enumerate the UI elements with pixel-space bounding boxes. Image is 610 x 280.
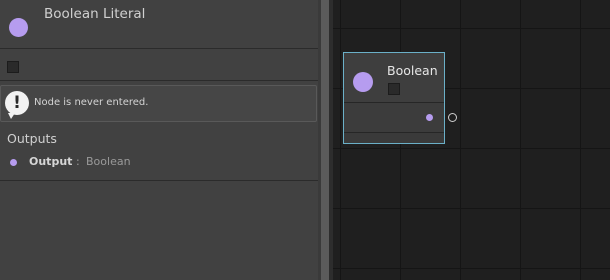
output-port-icon[interactable] xyxy=(426,114,433,121)
node-divider xyxy=(344,102,444,103)
node-header[interactable]: Boolean xyxy=(344,53,444,102)
outputs-heading: Outputs xyxy=(7,131,57,146)
node-type-color-icon xyxy=(353,72,373,92)
node-type-color-icon xyxy=(9,18,28,37)
port-color-icon xyxy=(10,159,17,166)
inspector-panel: Boolean Literal ! Node is never entered.… xyxy=(0,0,318,280)
port-type: Boolean xyxy=(86,155,131,168)
output-port-row[interactable]: Output : Boolean xyxy=(0,153,318,171)
exclamation-icon: ! xyxy=(5,91,29,119)
divider xyxy=(0,80,318,81)
warning-box: ! Node is never entered. xyxy=(0,85,317,122)
divider xyxy=(0,48,318,49)
boolean-node[interactable]: Boolean xyxy=(343,52,445,144)
warning-message: Node is never entered. xyxy=(34,97,149,108)
port-separator: : xyxy=(76,155,80,168)
boolean-value-checkbox[interactable] xyxy=(7,61,19,73)
node-footer xyxy=(344,133,444,143)
inspector-header: Boolean Literal xyxy=(0,0,318,48)
port-name: Output xyxy=(29,155,73,168)
node-value-checkbox[interactable] xyxy=(388,83,400,95)
divider xyxy=(0,180,318,181)
output-port-connector[interactable] xyxy=(448,113,457,122)
panel-splitter[interactable] xyxy=(321,0,329,280)
inspector-node-title: Boolean Literal xyxy=(44,6,146,22)
node-title: Boolean xyxy=(387,63,438,78)
